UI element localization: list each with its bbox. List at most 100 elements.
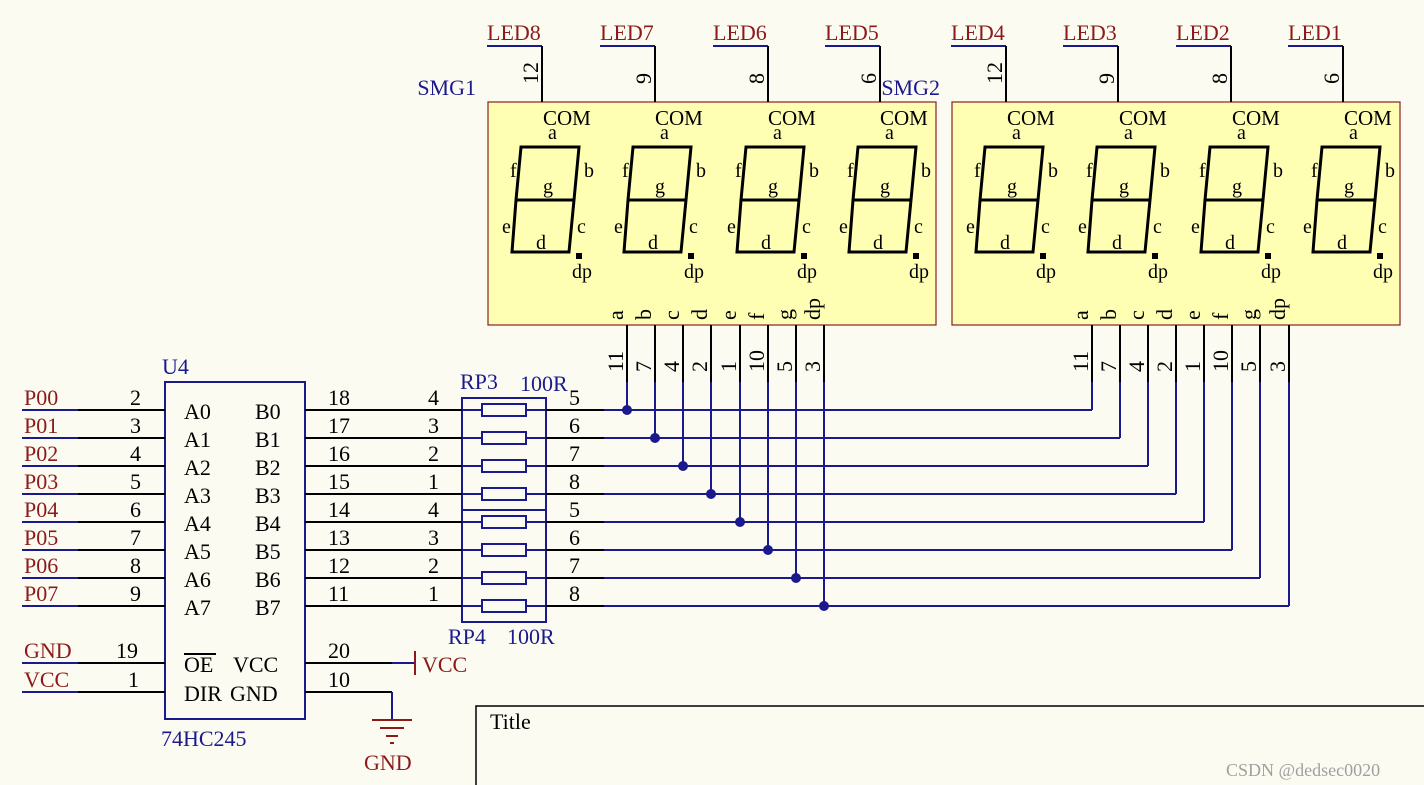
led-net-label: LED1 [1288,20,1342,45]
segment-letter: a [1237,122,1246,144]
resistor-array-designator: RP4 [448,624,486,649]
segment-letter: c [577,216,586,238]
led-net-label: LED3 [1063,20,1117,45]
segment-letter: a [773,122,782,144]
ic-pin-number: 7 [130,525,141,550]
segment-letter: f [622,160,629,182]
ic-pin-number: 6 [130,497,141,522]
ic-pin-number: 19 [116,638,138,663]
ic-pin-name: B7 [255,595,281,620]
wire-junction [763,545,773,555]
segment-letter: g [543,176,553,198]
ic-pin-name: A7 [184,595,211,620]
segment-letter: g [880,176,890,198]
segment-letter: dp [797,261,817,283]
resistor-layer: RP3 100R RP4 100R 4 5 3 6 2 7 1 8 4 5 3 6 2 7 1 8 [392,369,604,649]
segment-letter: d [761,232,771,254]
segment-letter: dp [572,261,592,283]
decimal-point [1040,253,1046,259]
segment-letter: b [1385,160,1395,182]
ic-pin-number: 1 [128,667,139,692]
resistor-pin-number: 1 [428,581,439,606]
segment-letter: b [1273,160,1283,182]
segment-pin-number: 5 [1236,361,1261,372]
gnd-label: GND [364,750,412,775]
segment-letter: g [1119,176,1129,198]
segment-letter: f [735,160,742,182]
resistor-pin-number: 3 [428,413,439,438]
wire-junction [622,405,632,415]
segment-letter: b [921,160,931,182]
segment-pin-number: 7 [1096,361,1121,372]
resistor-pin-number: 5 [569,497,580,522]
resistor-pin-number: 4 [428,497,439,522]
ic-pin-name: OE [184,652,213,677]
segment-letter: b [696,160,706,182]
segment-pin-number: 3 [800,361,825,372]
segment-letter: e [1303,216,1312,238]
resistor-array-value: 100R [520,371,568,396]
segment-letter: f [510,160,517,182]
wire-junction [650,433,660,443]
ic-designator: U4 [162,354,189,379]
segment-letter: e [1191,216,1200,238]
watermark: CSDN @dedsec0020 [1226,760,1380,780]
ic-part-number: 74HC245 [161,726,247,751]
resistor-element [481,599,527,613]
resistor-element [481,515,527,529]
segment-pin-number: 1 [716,361,741,372]
display-designator: SMG2 [881,75,940,100]
wire-junction [791,573,801,583]
ic-pin-name: A4 [184,511,211,536]
resistor-pin-number: 4 [428,385,439,410]
resistor-element [481,487,527,501]
com-pin-number: 12 [982,62,1007,84]
resistor-element [481,543,527,557]
ic-pin-name: A1 [184,427,211,452]
segment-pin-label: f [744,312,769,320]
segment-pin-label: c [1124,310,1149,320]
ic-pin-number: 17 [328,413,350,438]
decimal-point [1265,253,1271,259]
segment-letter: c [1378,216,1387,238]
segment-letter: d [1337,232,1347,254]
segment-letter: d [1225,232,1235,254]
segment-letter: dp [1148,261,1168,283]
ic-pin-name: B1 [255,427,281,452]
resistor-pin-number: 6 [569,413,580,438]
power-layer: VCC GND [364,651,467,775]
segment-letter: c [802,216,811,238]
segment-letter: b [1048,160,1058,182]
ic-pin-name: B4 [255,511,281,536]
segment-pin-label: d [687,309,712,320]
ic-net-label: P02 [24,441,58,466]
segment-letter: g [655,176,665,198]
ic-pin-number: 18 [328,385,350,410]
segment-letter: f [974,160,981,182]
segment-letter: dp [684,261,704,283]
decimal-point [688,253,694,259]
segment-pin-label: b [1096,309,1121,320]
com-pin-number: 6 [856,73,881,84]
segment-letter: a [1349,122,1358,144]
ic-net-label: P05 [24,525,58,550]
segment-pin-label: g [1236,309,1261,320]
segment-letter: a [1012,122,1021,144]
ic-net-label: P07 [24,581,58,606]
display-designator: SMG1 [417,75,476,100]
segment-letter: g [1007,176,1017,198]
segment-letter: a [548,122,557,144]
ic-pin-number: 11 [328,581,349,606]
led-net-label: LED7 [600,20,654,45]
wire-junction [819,601,829,611]
ic-net-label: P00 [24,385,58,410]
resistor-pin-number: 7 [569,441,580,466]
segment-letter: g [1232,176,1242,198]
segment-letter: a [1124,122,1133,144]
ic-pin-name: GND [230,681,278,706]
ic-pin-number: 10 [328,667,350,692]
segment-letter: dp [1261,261,1281,283]
segment-pin-label: a [603,310,628,320]
segment-letter: d [648,232,658,254]
segment-letter: d [536,232,546,254]
